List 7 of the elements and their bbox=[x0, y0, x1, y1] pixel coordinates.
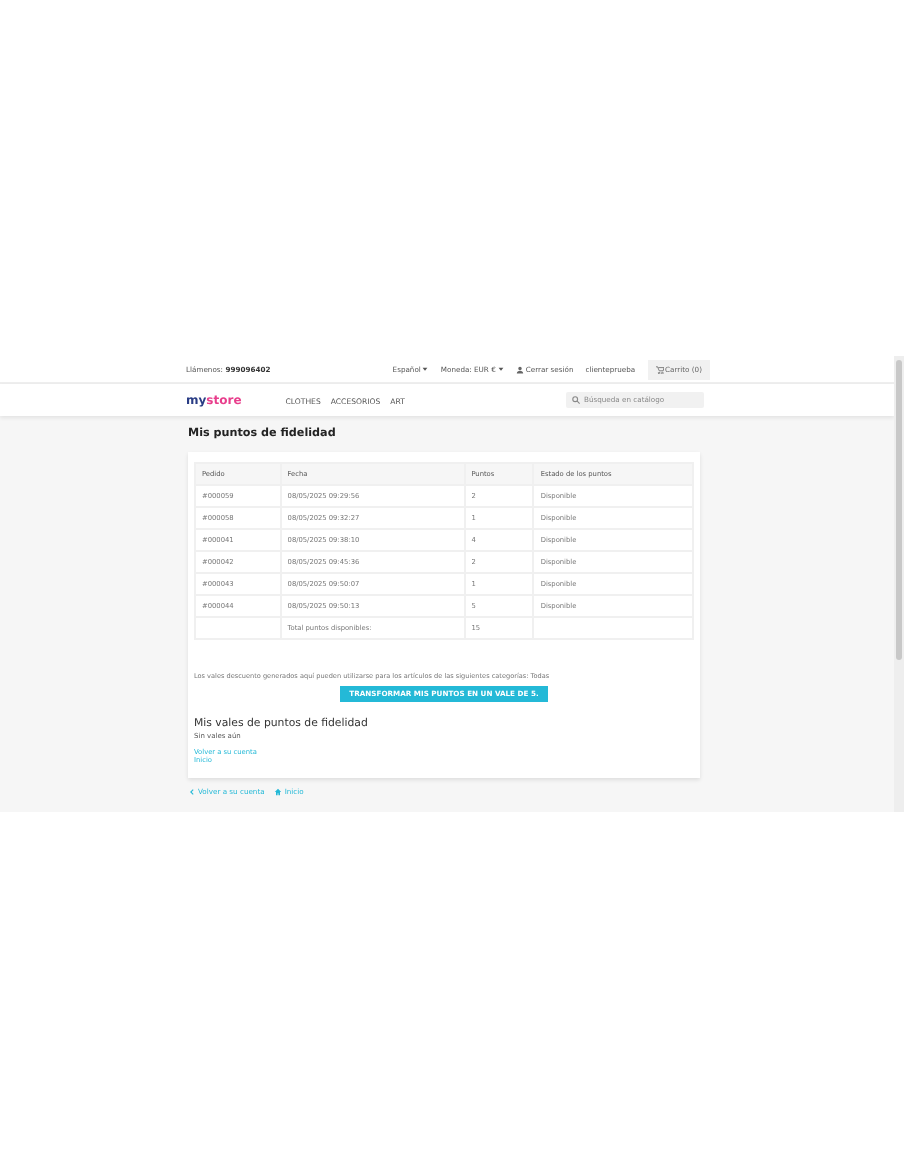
chevron-left-icon bbox=[188, 788, 196, 796]
user-icon bbox=[515, 365, 524, 373]
search-icon bbox=[572, 396, 580, 404]
cart-icon bbox=[655, 365, 664, 373]
caret-icon bbox=[422, 366, 429, 372]
caret-icon bbox=[497, 366, 504, 372]
home-icon bbox=[274, 788, 283, 796]
